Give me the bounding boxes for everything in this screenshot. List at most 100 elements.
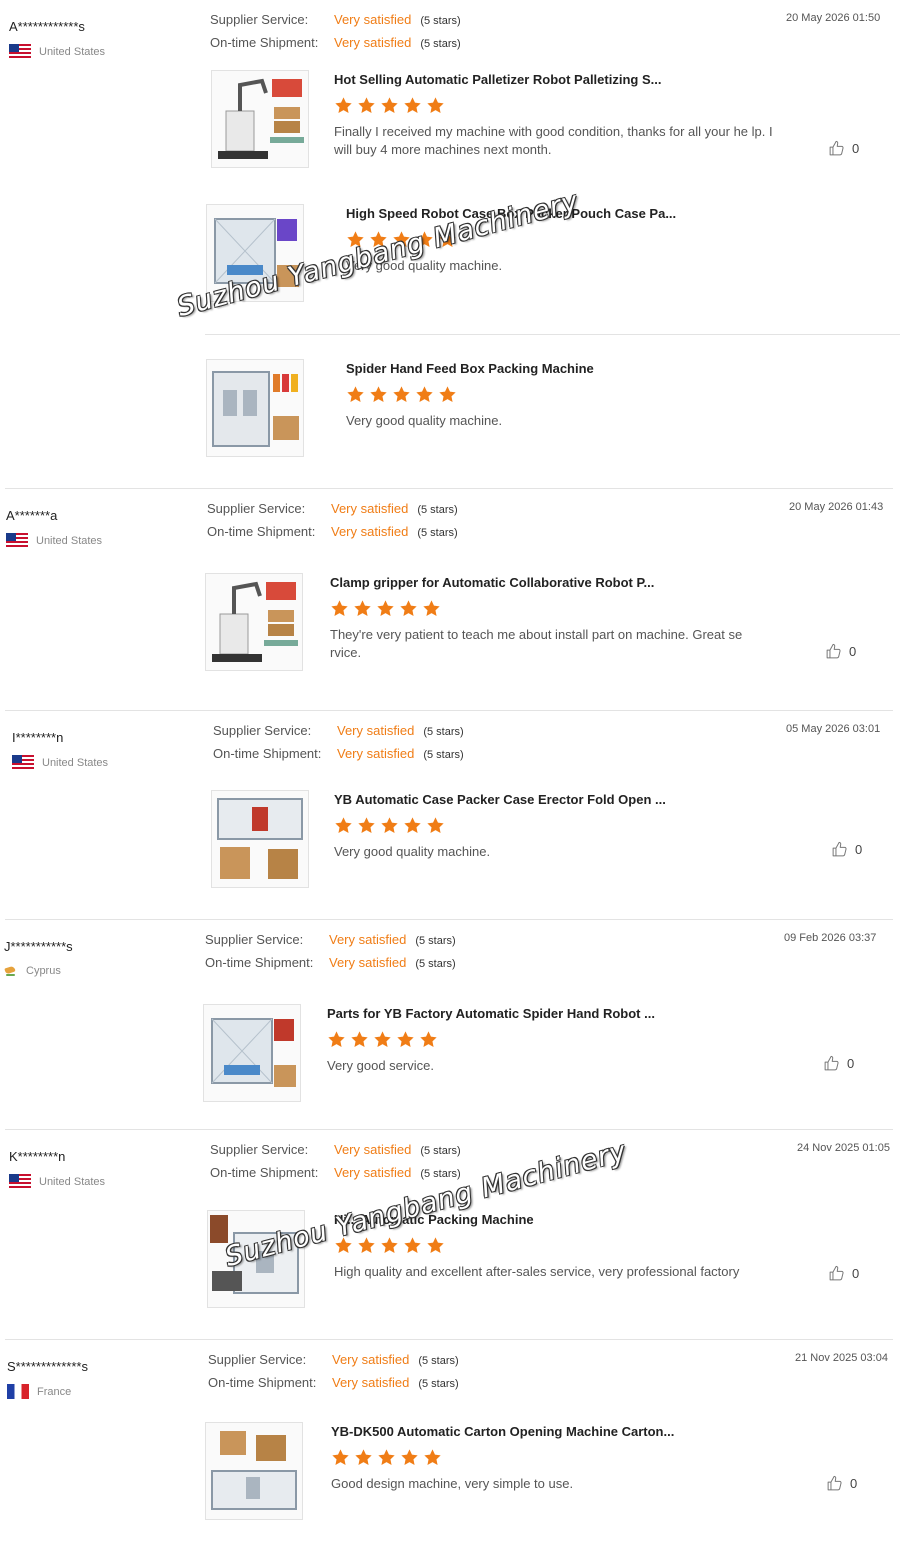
shipment-rating-stars: (5 stars): [423, 749, 464, 761]
supplier-rating-label: Supplier Service:: [210, 1142, 309, 1157]
star-icon: [381, 1237, 398, 1253]
product-title[interactable]: Hot Selling Automatic Palletizer Robot P…: [334, 72, 661, 87]
country-name: United States: [36, 534, 103, 547]
product-title[interactable]: Spider Hand Feed Box Packing Machine: [346, 361, 594, 376]
star-icon: [355, 1449, 372, 1465]
shipment-rating-value: Very satisfied: [334, 35, 412, 50]
star-icon: [381, 97, 398, 113]
thumbs-up-icon: [824, 1055, 839, 1071]
supplier-rating-label: Supplier Service:: [207, 501, 306, 516]
reviewer-country: United States: [9, 1174, 105, 1189]
product-star-rating: [334, 816, 445, 835]
star-icon: [424, 1449, 441, 1465]
star-icon: [404, 1237, 421, 1253]
product-title[interactable]: YB Automatic Case Packer Case Erector Fo…: [334, 792, 666, 807]
shipment-rating-value: Very satisfied: [329, 955, 407, 970]
review-date: 21 Nov 2025 03:04: [795, 1352, 888, 1364]
star-icon: [404, 97, 421, 113]
reviewed-product: YB-DK500 Automatic Carton Opening Machin…: [0, 1420, 900, 1530]
thumbs-up-icon: [829, 1265, 844, 1281]
star-icon: [335, 97, 352, 113]
like-count: 0: [852, 1266, 860, 1281]
shipment-rating-row: On-time Shipment: Very satisfied (5 stars): [210, 1165, 461, 1180]
product-star-rating: [327, 1030, 438, 1049]
review-comment: High quality and excellent after-sales s…: [334, 1264, 740, 1279]
supplier-rating-value: Very satisfied: [332, 1352, 410, 1367]
thumbs-up-icon: [826, 643, 841, 659]
shipment-rating-row: On-time Shipment: Very satisfied (5 stars): [213, 746, 464, 761]
flag-fr-icon: [7, 1384, 29, 1399]
shipment-rating-row: On-time Shipment: Very satisfied (5 stars): [207, 524, 458, 539]
like-button[interactable]: 0: [828, 140, 859, 157]
shipment-rating-stars: (5 stars): [415, 958, 456, 970]
supplier-rating-label: Supplier Service:: [213, 723, 312, 738]
like-button[interactable]: 0: [823, 1055, 854, 1072]
shipment-rating-stars: (5 stars): [418, 1378, 459, 1390]
supplier-rating-label: Supplier Service:: [205, 932, 304, 947]
like-button[interactable]: 0: [831, 841, 862, 858]
flag-cy-icon: [4, 964, 18, 978]
reviewed-product: Parts for YB Factory Automatic Spider Ha…: [0, 1002, 900, 1112]
like-button[interactable]: 0: [828, 1265, 859, 1282]
country-name: United States: [39, 1175, 106, 1188]
review-date: 20 May 2026 01:50: [786, 12, 881, 24]
like-button[interactable]: 0: [825, 643, 856, 660]
thumbs-up-icon: [827, 1475, 842, 1491]
supplier-rating-value: Very satisfied: [334, 12, 412, 27]
reviewed-product: Clamp gripper for Automatic Collaborativ…: [0, 571, 900, 681]
country-name: France: [37, 1385, 72, 1398]
case-erector-image[interactable]: [211, 790, 309, 888]
star-icon: [400, 600, 417, 616]
supplier-rating-row: Supplier Service: Very satisfied (5 stars): [210, 1142, 461, 1157]
review-date: 20 May 2026 01:43: [789, 501, 884, 513]
product-title[interactable]: Parts for YB Factory Automatic Spider Ha…: [327, 1006, 655, 1021]
shipment-rating-label: On-time Shipment:: [205, 955, 314, 970]
review-date: 24 Nov 2025 01:05: [797, 1142, 890, 1154]
like-count: 0: [850, 1476, 858, 1491]
reviewer-country: France: [7, 1384, 71, 1399]
star-icon: [358, 817, 375, 833]
like-count: 0: [852, 141, 860, 156]
supplier-rating-row: Supplier Service: Very satisfied (5 stars): [208, 1352, 459, 1367]
star-icon: [370, 386, 387, 402]
star-icon: [354, 600, 371, 616]
shipment-rating-stars: (5 stars): [420, 38, 461, 50]
supplier-rating-row: Supplier Service: Very satisfied (5 stars): [213, 723, 464, 738]
like-button[interactable]: 0: [826, 1475, 857, 1492]
star-icon: [439, 386, 456, 402]
product-star-rating: [346, 385, 457, 404]
palletizer-robot-image[interactable]: [205, 573, 303, 671]
star-icon: [423, 600, 440, 616]
spider-hand-robot-image[interactable]: [203, 1004, 301, 1102]
product-title[interactable]: YB-DK500 Automatic Carton Opening Machin…: [331, 1424, 674, 1439]
palletizer-robot-image[interactable]: [211, 70, 309, 168]
product-title[interactable]: Clamp gripper for Automatic Collaborativ…: [330, 575, 654, 590]
star-icon: [393, 386, 410, 402]
star-icon: [358, 97, 375, 113]
product-star-rating: [330, 599, 441, 618]
supplier-rating-value: Very satisfied: [329, 932, 407, 947]
star-icon: [347, 386, 364, 402]
supplier-rating-stars: (5 stars): [420, 15, 461, 27]
like-count: 0: [849, 644, 857, 659]
review-comment: They're very patient to teach me about i…: [330, 627, 743, 660]
review-comment: Good design machine, very simple to use.: [331, 1476, 574, 1491]
star-icon: [378, 1449, 395, 1465]
reviewed-product: Spider Hand Feed Box Packing Machine Very…: [0, 357, 900, 467]
supplier-rating-row: Supplier Service: Very satisfied (5 stars): [210, 12, 461, 27]
review-card: K********n United States Supplier Service:…: [0, 1130, 900, 1340]
box-packing-machine-image[interactable]: [206, 359, 304, 457]
star-icon: [420, 1031, 437, 1047]
product-divider: [205, 334, 900, 335]
thumbs-up-icon: [829, 140, 844, 156]
supplier-rating-label: Supplier Service:: [208, 1352, 307, 1367]
star-icon: [427, 817, 444, 833]
carton-opening-machine-image[interactable]: [205, 1422, 303, 1520]
flag-us-icon: [9, 1174, 31, 1189]
shipment-rating-value: Very satisfied: [334, 1165, 412, 1180]
star-icon: [335, 817, 352, 833]
country-name: Cyprus: [26, 965, 61, 977]
supplier-rating-stars: (5 stars): [420, 1145, 461, 1157]
shipment-rating-label: On-time Shipment:: [213, 746, 322, 761]
star-icon: [358, 1237, 375, 1253]
